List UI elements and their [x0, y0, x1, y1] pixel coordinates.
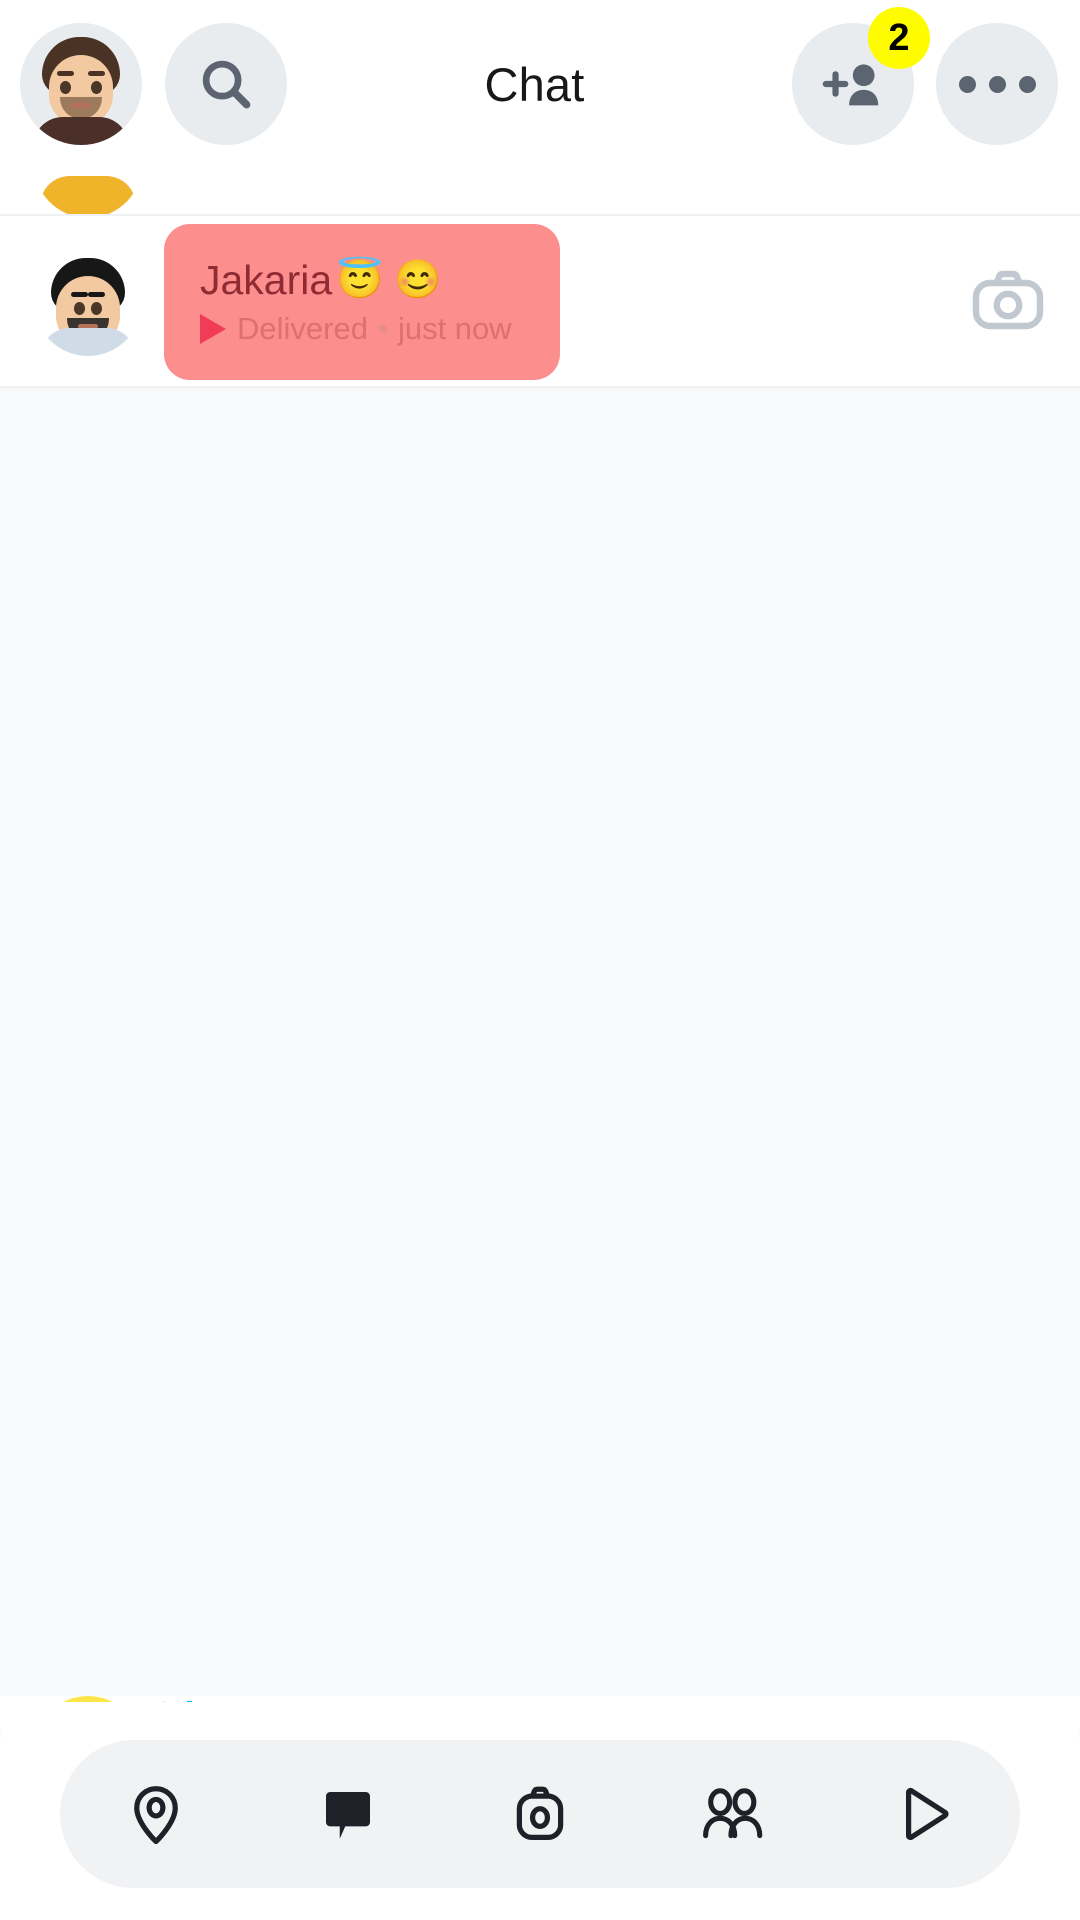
snapchat-chat-screen: Chat 2 [0, 0, 1080, 1920]
avatar [34, 248, 142, 356]
status-time: 3w [362, 168, 402, 171]
play-triangle-icon [891, 1781, 957, 1847]
avatar-eye-left [74, 302, 85, 315]
chat-item-name-line: Jakaria 😇 😊 [200, 257, 950, 305]
people-icon [697, 1781, 767, 1847]
avatar-eye-right [91, 302, 102, 315]
avatar-mouth [71, 103, 91, 108]
chat-item-name-emoji: 😇 😊 [336, 261, 441, 299]
avatar-brow-left [71, 292, 88, 297]
more-options-button[interactable] [936, 23, 1058, 145]
chat-list-item-clipped-top[interactable]: Received 3w [0, 168, 1080, 216]
chat-item-name: Jakaria [200, 257, 332, 305]
search-icon [195, 53, 257, 115]
nav-item-camera[interactable] [465, 1740, 615, 1888]
nav-item-friends[interactable] [657, 1740, 807, 1888]
bitmoji-avatar [20, 23, 142, 145]
status-time: just now [398, 311, 512, 347]
avatar-shirt [40, 176, 136, 214]
camera-icon [507, 1781, 573, 1847]
avatar-eye-right [91, 81, 102, 94]
chat-item-status: Delivered just now [200, 311, 950, 347]
avatar-brow-left [57, 71, 74, 76]
chat-item-body: Received 3w [164, 168, 1046, 171]
add-friend-button[interactable]: 2 [792, 23, 914, 145]
status-label: Delivered [237, 311, 368, 347]
chat-list-item-jakaria[interactable]: Jakaria 😇 😊 Delivered just now [0, 216, 1080, 388]
add-friend-icon [820, 56, 886, 112]
avatar-brow-right [88, 292, 105, 297]
avatar-shirt [40, 328, 136, 356]
nav-item-chat[interactable] [273, 1740, 423, 1888]
chat-item-status: Received 3w [164, 168, 1046, 171]
avatar-brow-right [88, 71, 105, 76]
avatar-eye-left [60, 81, 71, 94]
avatar-shirt [33, 117, 129, 145]
location-pin-icon [123, 1781, 189, 1847]
row-divider [0, 386, 1080, 388]
delivered-arrow-icon [200, 314, 226, 344]
bitmoji-black-hair [34, 248, 142, 356]
profile-avatar-button[interactable] [20, 23, 142, 145]
status-label: Received [203, 168, 332, 171]
bottom-navigation-bar [0, 1702, 1080, 1920]
row-camera-button[interactable] [970, 268, 1046, 337]
page-title: Chat [287, 57, 792, 112]
chat-item-body: Jakaria 😇 😊 Delivered just now [164, 257, 950, 348]
chat-list[interactable]: Received 3w [0, 168, 1080, 1920]
bottom-nav-pill [60, 1740, 1020, 1888]
empty-chat-area [0, 388, 1080, 1688]
nav-item-stories[interactable] [849, 1740, 999, 1888]
camera-icon [970, 268, 1046, 332]
avatar [34, 168, 142, 216]
status-separator-dot [379, 325, 387, 333]
more-horizontal-icon [959, 76, 1036, 93]
bitmoji-purple-shirt [34, 168, 142, 216]
app-header: Chat 2 [0, 0, 1080, 168]
add-friend-badge: 2 [868, 7, 930, 69]
search-button[interactable] [165, 23, 287, 145]
chat-bubble-icon [315, 1781, 381, 1847]
nav-item-map[interactable] [81, 1740, 231, 1888]
